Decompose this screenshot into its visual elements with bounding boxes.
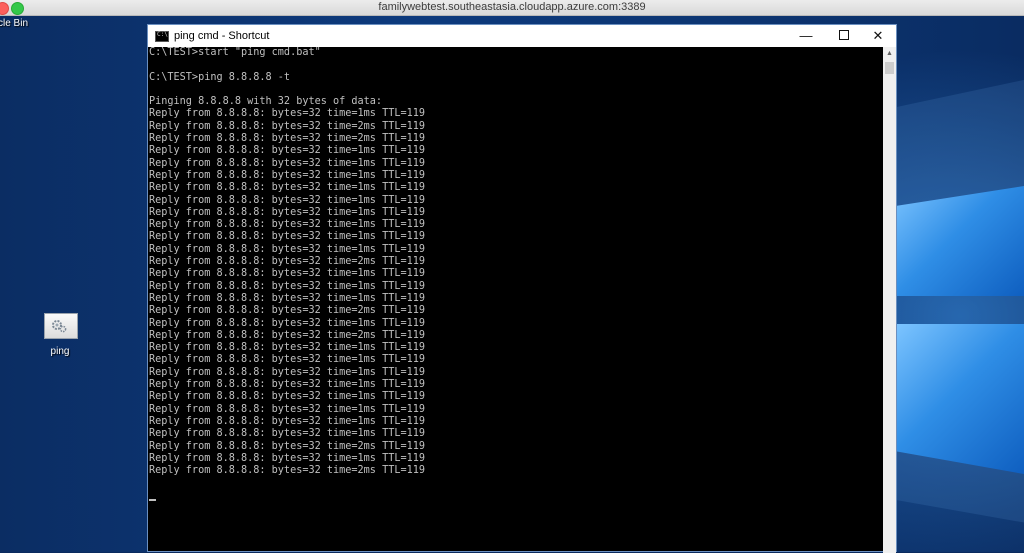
console-line: Pinging 8.8.8.8 with 32 bytes of data: bbox=[149, 96, 383, 108]
console-line: C:\TEST>start "ping cmd.bat" bbox=[149, 47, 321, 58]
console-line: Reply from 8.8.8.8: bytes=32 time=1ms TT… bbox=[149, 169, 426, 181]
console-line: Reply from 8.8.8.8: bytes=32 time=1ms TT… bbox=[149, 182, 426, 194]
console-line: Reply from 8.8.8.8: bytes=32 time=1ms TT… bbox=[149, 145, 426, 157]
ping-shortcut-icon[interactable] bbox=[44, 313, 78, 339]
gear-icon bbox=[52, 320, 67, 333]
cmd-window-title: ping cmd - Shortcut bbox=[174, 30, 270, 42]
console-line: Reply from 8.8.8.8: bytes=32 time=1ms TT… bbox=[149, 231, 426, 243]
console-line: Reply from 8.8.8.8: bytes=32 time=1ms TT… bbox=[149, 452, 426, 464]
console-line: Reply from 8.8.8.8: bytes=32 time=1ms TT… bbox=[149, 354, 426, 366]
console-line: C:\TEST>ping 8.8.8.8 -t bbox=[149, 71, 291, 83]
console-prompt-line[interactable] bbox=[149, 490, 884, 502]
close-button[interactable]: ✕ bbox=[860, 25, 896, 47]
windows-logo-pane bbox=[897, 324, 1024, 474]
console-line: Reply from 8.8.8.8: bytes=32 time=1ms TT… bbox=[149, 428, 426, 440]
maximize-icon bbox=[839, 30, 849, 41]
console-line: Reply from 8.8.8.8: bytes=32 time=1ms TT… bbox=[149, 317, 426, 329]
mac-titlebar: familywebtest.southeastasia.cloudapp.azu… bbox=[0, 0, 1024, 16]
console-line: Reply from 8.8.8.8: bytes=32 time=2ms TT… bbox=[149, 440, 426, 452]
minimize-button[interactable]: — bbox=[788, 25, 824, 47]
console-line: Reply from 8.8.8.8: bytes=32 time=2ms TT… bbox=[149, 120, 426, 132]
ping-shortcut-label[interactable]: ping bbox=[40, 346, 80, 357]
console-line: Reply from 8.8.8.8: bytes=32 time=1ms TT… bbox=[149, 366, 426, 378]
console-output[interactable]: C:\TEST>start "ping cmd.bat" C:\TEST>ping… bbox=[148, 47, 884, 553]
console-line: Reply from 8.8.8.8: bytes=32 time=1ms TT… bbox=[149, 157, 426, 169]
console-line: Reply from 8.8.8.8: bytes=32 time=1ms TT… bbox=[149, 108, 426, 120]
console-line: Reply from 8.8.8.8: bytes=32 time=2ms TT… bbox=[149, 465, 426, 477]
console-line: Reply from 8.8.8.8: bytes=32 time=1ms TT… bbox=[149, 379, 426, 391]
console-line: Reply from 8.8.8.8: bytes=32 time=1ms TT… bbox=[149, 403, 426, 415]
console-line: Reply from 8.8.8.8: bytes=32 time=2ms TT… bbox=[149, 256, 426, 268]
console-line: Reply from 8.8.8.8: bytes=32 time=1ms TT… bbox=[149, 391, 426, 403]
scroll-thumb[interactable] bbox=[885, 62, 894, 74]
cmd-titlebar[interactable]: C:\ ping cmd - Shortcut — ✕ bbox=[148, 25, 896, 47]
mac-window-title: familywebtest.southeastasia.cloudapp.azu… bbox=[378, 1, 646, 13]
cmd-window[interactable]: C:\ ping cmd - Shortcut — ✕ C:\TEST>star… bbox=[147, 24, 897, 553]
console-line: Reply from 8.8.8.8: bytes=32 time=1ms TT… bbox=[149, 415, 426, 427]
console-line: Reply from 8.8.8.8: bytes=32 time=1ms TT… bbox=[149, 342, 426, 354]
console-line: Reply from 8.8.8.8: bytes=32 time=2ms TT… bbox=[149, 133, 426, 145]
console-line: Reply from 8.8.8.8: bytes=32 time=1ms TT… bbox=[149, 292, 426, 304]
console-line: Reply from 8.8.8.8: bytes=32 time=1ms TT… bbox=[149, 243, 426, 255]
maximize-button[interactable] bbox=[826, 25, 862, 47]
console-line: Reply from 8.8.8.8: bytes=32 time=1ms TT… bbox=[149, 194, 426, 206]
console-line: Reply from 8.8.8.8: bytes=32 time=2ms TT… bbox=[149, 329, 426, 341]
cmd-icon: C:\ bbox=[155, 31, 169, 42]
scroll-up-arrow-icon[interactable]: ▲ bbox=[883, 47, 896, 60]
console-line: Reply from 8.8.8.8: bytes=32 time=1ms TT… bbox=[149, 280, 426, 292]
console-line: Reply from 8.8.8.8: bytes=32 time=1ms TT… bbox=[149, 268, 426, 280]
recycle-bin-label[interactable]: cle Bin bbox=[0, 18, 28, 29]
vertical-scrollbar[interactable]: ▲ bbox=[883, 47, 896, 553]
console-line: Reply from 8.8.8.8: bytes=32 time=1ms TT… bbox=[149, 206, 426, 218]
text-cursor bbox=[149, 498, 156, 501]
console-line: Reply from 8.8.8.8: bytes=32 time=1ms TT… bbox=[149, 219, 426, 231]
console-line: Reply from 8.8.8.8: bytes=32 time=2ms TT… bbox=[149, 305, 426, 317]
